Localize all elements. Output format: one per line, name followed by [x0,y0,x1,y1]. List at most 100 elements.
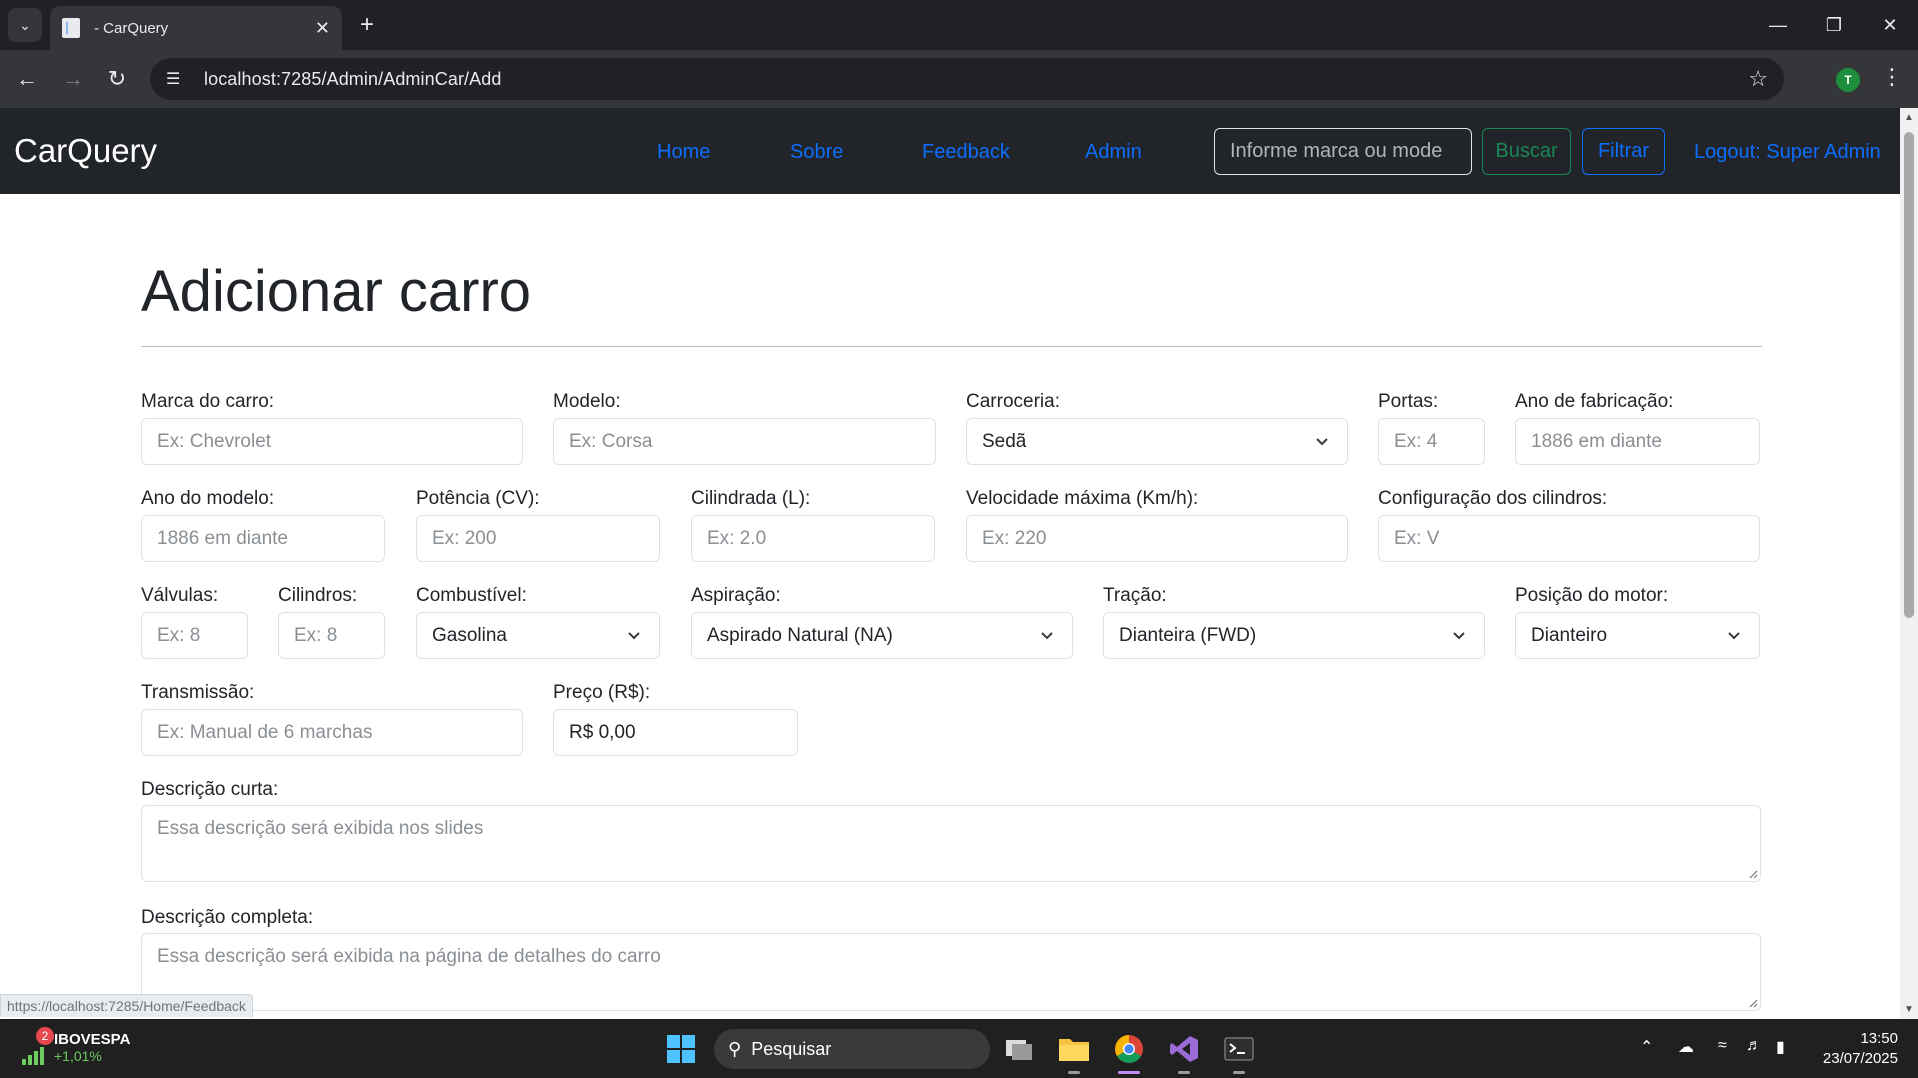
bookmark-star-icon[interactable]: ☆ [1748,66,1768,92]
descricao-curta-textarea[interactable]: Essa descrição será exibida nos slides [141,805,1761,882]
portas-label: Portas: [1378,391,1439,412]
browser-menu-icon[interactable]: ⋮ [1880,64,1904,90]
transmissao-input[interactable]: Ex: Manual de 6 marchas [141,709,523,756]
resize-grip-icon[interactable] [1748,998,1758,1008]
vs-running-indicator [1178,1071,1190,1074]
marca-input[interactable]: Ex: Chevrolet [141,418,523,465]
buscar-button[interactable]: Buscar [1482,128,1571,175]
visual-studio-icon[interactable] [1168,1033,1200,1065]
aspiracao-select[interactable]: Aspirado Natural (NA) [691,612,1073,659]
ano-modelo-input[interactable]: 1886 em diante [141,515,385,562]
wifi-icon[interactable]: ≈ [1718,1037,1727,1055]
aspiracao-value: Aspirado Natural (NA) [707,625,893,646]
combustivel-select[interactable]: Gasolina [416,612,660,659]
chrome-active-indicator [1118,1071,1140,1074]
velocidade-label: Velocidade máxima (Km/h): [966,488,1199,509]
task-view-icon[interactable] [1003,1033,1035,1065]
potencia-input[interactable]: Ex: 200 [416,515,660,562]
filtrar-button[interactable]: Filtrar [1582,128,1665,175]
back-arrow-icon[interactable]: ← [10,62,44,96]
modelo-label: Modelo: [553,391,621,412]
cilindrada-input[interactable]: Ex: 2.0 [691,515,935,562]
window-close-icon[interactable]: ✕ [1862,0,1918,50]
search-icon: ⚲ [728,1038,742,1059]
nav-link-feedback[interactable]: Feedback [922,141,1010,164]
browser-toolbar: ← → ↻ ☰ localhost:7285/Admin/AdminCar/Ad… [0,50,1918,108]
modelo-input[interactable]: Ex: Corsa [553,418,936,465]
logout-link[interactable]: Logout: Super Admin [1694,141,1881,164]
link-status-bubble: https://localhost:7285/Home/Feedback [0,994,253,1017]
reload-icon[interactable]: ↻ [100,62,134,96]
marca-label: Marca do carro: [141,391,275,412]
chevron-down-icon [1041,632,1053,640]
taskbar-search[interactable]: ⚲ Pesquisar [714,1029,990,1069]
tab-search-chevron-icon[interactable]: ⌄ [8,8,42,42]
terminal-icon[interactable] [1223,1033,1255,1065]
new-tab-plus-icon[interactable]: + [352,10,382,40]
scroll-up-icon[interactable]: ▲ [1904,112,1914,123]
posicao-motor-label: Posição do motor: [1515,585,1669,606]
cilindrada-label: Cilindrada (L): [691,488,811,509]
descricao-curta-placeholder: Essa descrição será exibida nos slides [157,818,484,839]
title-divider [141,346,1762,347]
site-brand[interactable]: CarQuery [14,132,157,170]
valvulas-input[interactable]: Ex: 8 [141,612,248,659]
browser-tab[interactable]: - CarQuery ✕ [50,6,342,50]
site-info-icon[interactable]: ☰ [166,69,188,89]
stock-change: +1,01% [54,1048,102,1064]
aspiracao-label: Aspiração: [691,585,781,606]
scroll-down-icon[interactable]: ▼ [1904,1004,1914,1015]
descricao-curta-label: Descrição curta: [141,779,279,800]
tray-overflow-chevron-icon[interactable]: ⌃ [1640,1037,1653,1057]
chrome-icon[interactable] [1113,1033,1145,1065]
descricao-completa-textarea[interactable]: Essa descrição será exibida na página de… [141,933,1761,1011]
chevron-down-icon [1728,632,1740,640]
combustivel-label: Combustível: [416,585,527,606]
page-title: Adicionar carro [141,259,532,324]
car-search-input[interactable]: Informe marca ou mode [1214,128,1472,175]
nav-link-admin[interactable]: Admin [1085,141,1142,164]
chevron-down-icon [1316,438,1328,446]
file-explorer-icon[interactable] [1058,1033,1090,1065]
address-bar[interactable]: ☰ localhost:7285/Admin/AdminCar/Add ☆ [150,58,1784,100]
forward-arrow-icon[interactable]: → [56,62,90,96]
ano-fabricacao-label: Ano de fabricação: [1515,391,1674,412]
volume-icon[interactable]: ♬ [1746,1037,1762,1055]
browser-tab-bar: ⌄ - CarQuery ✕ + — ❐ ✕ [0,0,1918,50]
restore-icon[interactable]: ❐ [1806,0,1862,50]
tab-title: - CarQuery [94,19,169,37]
resize-grip-icon[interactable] [1748,869,1758,879]
preco-label: Preço (R$): [553,682,651,703]
transmissao-label: Transmissão: [141,682,255,703]
config-cilindros-input[interactable]: Ex: V [1378,515,1760,562]
profile-avatar[interactable]: T [1836,68,1860,92]
scrollbar-thumb[interactable] [1904,132,1914,618]
tracao-select[interactable]: Dianteira (FWD) [1103,612,1485,659]
ano-modelo-label: Ano do modelo: [141,488,275,509]
descricao-completa-label: Descrição completa: [141,907,314,928]
clock-date: 23/07/2025 [1822,1050,1898,1067]
preco-input[interactable]: R$ 0,00 [553,709,798,756]
valvulas-label: Válvulas: [141,585,219,606]
posicao-motor-value: Dianteiro [1531,625,1608,646]
chevron-down-icon [628,632,640,640]
nav-link-home[interactable]: Home [657,141,710,164]
system-clock[interactable]: 13:50 23/07/2025 [1812,1029,1898,1069]
page-scrollbar[interactable]: ▲ ▼ [1900,108,1918,1019]
posicao-motor-select[interactable]: Dianteiro [1515,612,1760,659]
ano-fabricacao-input[interactable]: 1886 em diante [1515,418,1760,465]
carroceria-select[interactable]: Sedã [966,418,1348,465]
cilindros-input[interactable]: Ex: 8 [278,612,385,659]
velocidade-input[interactable]: Ex: 220 [966,515,1348,562]
potencia-label: Potência (CV): [416,488,540,509]
windows-taskbar: IBOVESPA +1,01% 2 ⚲ Pesquisar ⌃ ☁ ≈ ♬ ▮ … [0,1019,1918,1078]
descricao-completa-placeholder: Essa descrição será exibida na página de… [157,946,661,967]
portas-input[interactable]: Ex: 4 [1378,418,1485,465]
windows-start-icon[interactable] [665,1033,697,1065]
battery-icon[interactable]: ▮ [1776,1037,1785,1057]
chevron-down-icon [1453,632,1465,640]
onedrive-cloud-icon[interactable]: ☁ [1678,1037,1694,1057]
minimize-icon[interactable]: — [1750,0,1806,50]
nav-link-sobre[interactable]: Sobre [790,141,843,164]
tab-close-icon[interactable]: ✕ [315,18,330,39]
